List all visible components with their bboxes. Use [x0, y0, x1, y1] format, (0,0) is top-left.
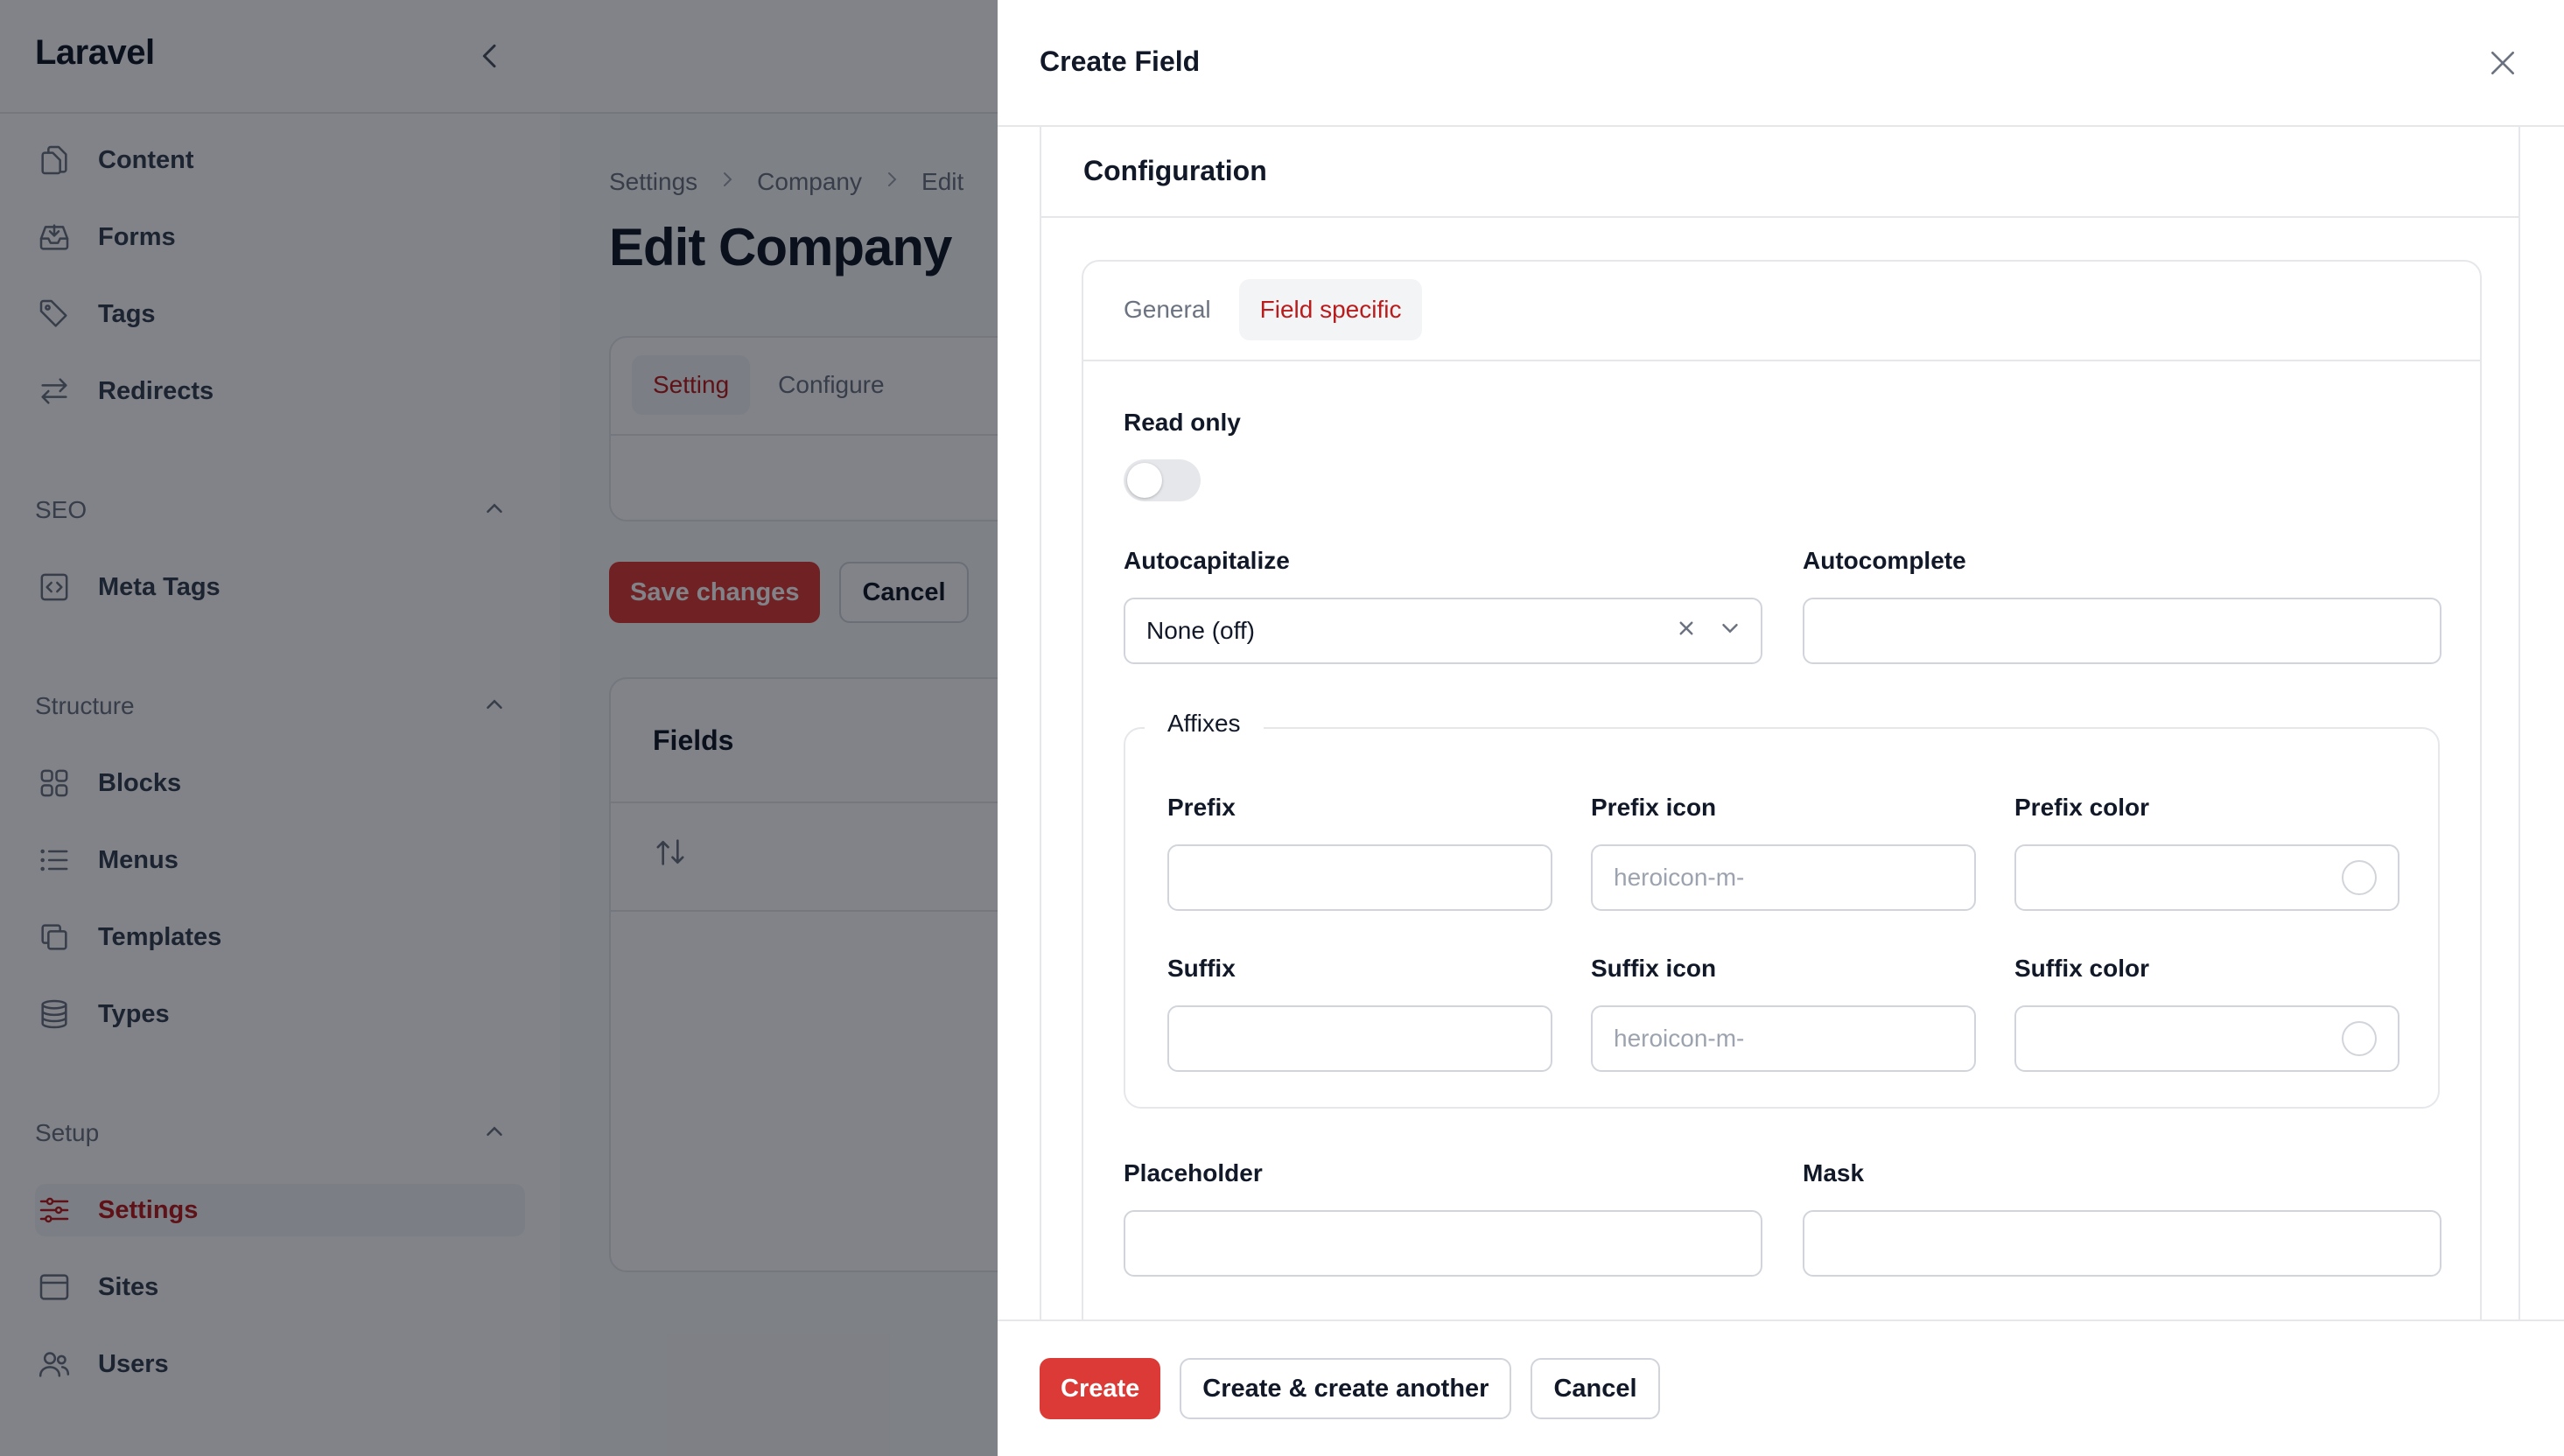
- field-tabs-card: General Field specific Read only Autocap…: [1082, 260, 2482, 1320]
- mask-label: Mask: [1803, 1159, 1865, 1186]
- section-title: Configuration: [1083, 155, 1267, 186]
- placeholder-label: Placeholder: [1124, 1159, 1263, 1186]
- prefix-icon-input[interactable]: heroicon-m-: [1591, 844, 1976, 911]
- mask-input[interactable]: [1803, 1210, 2441, 1277]
- modal-body[interactable]: Configuration General Field specific Rea…: [998, 127, 2564, 1320]
- autocomplete-input[interactable]: [1803, 598, 2441, 664]
- prefix-color-input[interactable]: [2014, 844, 2399, 911]
- create-button[interactable]: Create: [1040, 1358, 1161, 1419]
- prefix-color-label: Prefix color: [2014, 794, 2150, 821]
- color-swatch-icon[interactable]: [2342, 1021, 2377, 1056]
- tab-general[interactable]: General: [1103, 279, 1232, 340]
- modal-header: Create Field: [998, 0, 2564, 127]
- suffix-label: Suffix: [1167, 955, 1236, 982]
- prefix-label: Prefix: [1167, 794, 1236, 821]
- suffix-icon-placeholder: heroicon-m-: [1614, 1025, 1745, 1052]
- suffix-color-input[interactable]: [2014, 1005, 2399, 1072]
- divider: [1083, 360, 2480, 361]
- modal-title: Create Field: [1040, 46, 1201, 77]
- close-icon[interactable]: [2483, 44, 2522, 82]
- toggle-knob: [1127, 463, 1162, 498]
- create-field-modal: Create Field Configuration General Field…: [998, 0, 2564, 1456]
- suffix-icon-input[interactable]: heroicon-m-: [1591, 1005, 1976, 1072]
- modal-footer: Create Create & create another Cancel: [998, 1320, 2564, 1456]
- affixes-legend: Affixes: [1145, 710, 1264, 738]
- autocapitalize-value: None (off): [1146, 617, 1255, 644]
- autocomplete-label: Autocomplete: [1803, 547, 1966, 574]
- suffix-icon-label: Suffix icon: [1591, 955, 1717, 982]
- autocapitalize-label: Autocapitalize: [1124, 547, 1290, 574]
- prefix-icon-placeholder: heroicon-m-: [1614, 864, 1745, 891]
- section-header: Configuration: [1041, 127, 2518, 218]
- affixes-fieldset: Affixes Prefix Prefix icon heroicon-m- P…: [1124, 710, 2440, 1109]
- autocapitalize-select[interactable]: None (off): [1124, 598, 1762, 664]
- clear-icon[interactable]: [1673, 615, 1699, 648]
- create-another-button[interactable]: Create & create another: [1180, 1358, 1512, 1419]
- prefix-input[interactable]: [1167, 844, 1552, 911]
- read-only-toggle[interactable]: [1124, 459, 1201, 501]
- suffix-color-label: Suffix color: [2014, 955, 2150, 982]
- color-swatch-icon[interactable]: [2342, 860, 2377, 895]
- placeholder-input[interactable]: [1124, 1210, 1762, 1277]
- modal-cancel-button[interactable]: Cancel: [1531, 1358, 1660, 1419]
- tab-field-specific[interactable]: Field specific: [1238, 279, 1423, 340]
- read-only-label: Read only: [1124, 409, 1241, 436]
- configuration-section: Configuration General Field specific Rea…: [1040, 127, 2520, 1320]
- suffix-input[interactable]: [1167, 1005, 1552, 1072]
- chevron-down-icon[interactable]: [1717, 615, 1743, 648]
- prefix-icon-label: Prefix icon: [1591, 794, 1717, 821]
